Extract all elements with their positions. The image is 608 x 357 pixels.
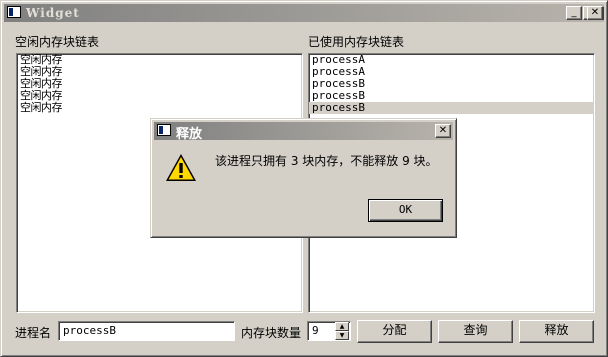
dialog-title-bar[interactable]: 释放: [154, 122, 453, 142]
block-count-label: 内存块数量: [241, 326, 302, 340]
process-name-input[interactable]: processB: [58, 321, 235, 341]
query-button[interactable]: 查询: [438, 320, 513, 343]
window-title: Widget: [26, 6, 80, 20]
allocate-button[interactable]: 分配: [357, 320, 432, 343]
warning-icon: [166, 154, 196, 181]
spin-arrows: ▲ ▼: [335, 322, 349, 340]
close-button[interactable]: ✕: [587, 6, 603, 20]
dialog-close-button[interactable]: ✕: [435, 124, 451, 138]
spin-down-icon[interactable]: ▼: [335, 331, 349, 340]
dialog-title: 释放: [176, 127, 203, 142]
dialog-message: 该进程只拥有 3 块内存，不能释放 9 块。: [215, 154, 438, 168]
dialog-app-icon: [157, 124, 171, 136]
free-list-label: 空闲内存块链表: [15, 35, 100, 49]
ok-button[interactable]: OK: [368, 199, 443, 222]
used-list-label: 已使用内存块链表: [308, 35, 405, 49]
app-icon: [7, 6, 21, 18]
release-button[interactable]: 释放: [519, 320, 594, 343]
process-name-label: 进程名: [15, 326, 52, 340]
list-item[interactable]: processB: [309, 102, 594, 114]
list-item[interactable]: 空闲内存: [17, 102, 302, 114]
release-dialog: 释放 ✕ 该进程只拥有 3 块内存，不能释放 9 块。 OK: [150, 118, 457, 238]
title-bar[interactable]: Widget _ □: [4, 4, 604, 22]
minimize-button[interactable]: _: [566, 6, 582, 20]
spin-up-icon[interactable]: ▲: [335, 322, 349, 331]
block-count-value: 9: [312, 324, 319, 337]
